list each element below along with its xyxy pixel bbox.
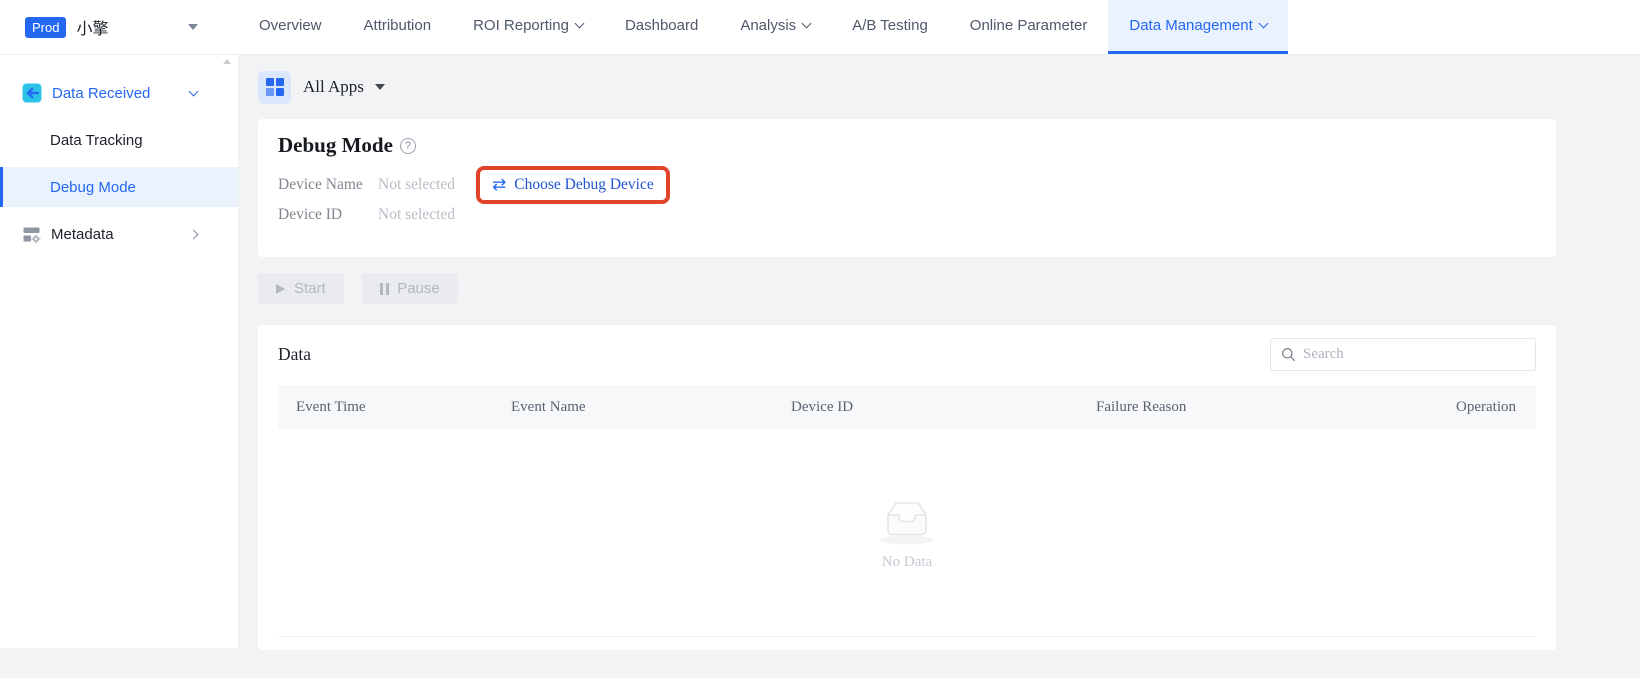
caret-down-icon bbox=[188, 24, 198, 30]
data-received-icon bbox=[22, 83, 42, 103]
panel-title: Debug Mode bbox=[278, 133, 393, 157]
column-header-event-name: Event Name bbox=[511, 398, 586, 415]
caret-down-icon bbox=[374, 84, 385, 90]
device-name-value: Not selected bbox=[378, 176, 456, 193]
sidebar: Data Received Data Tracking Debug Mode M… bbox=[0, 55, 239, 678]
app-grid-icon bbox=[258, 70, 291, 104]
pause-icon bbox=[379, 282, 384, 295]
scrollbar-up-arrow[interactable] bbox=[223, 59, 231, 64]
app-scope-selector[interactable]: All Apps bbox=[258, 55, 1556, 119]
device-id-value: Not selected bbox=[378, 206, 456, 223]
nav-item-attribution[interactable]: Attribution bbox=[343, 0, 453, 54]
current-app-name: 小擎 bbox=[76, 21, 109, 38]
column-header-failure-reason: Failure Reason bbox=[1096, 398, 1187, 415]
column-header-operation: Operation bbox=[1456, 398, 1516, 415]
debug-mode-panel: Debug Mode ? Device Name Not selected ⇄ … bbox=[258, 119, 1556, 257]
nav-item-roi-reporting[interactable]: ROI Reporting bbox=[452, 0, 604, 54]
sidebar-item-debug-mode[interactable]: Debug Mode bbox=[0, 167, 238, 207]
main-content: All Apps Debug Mode ? Device Name Not se… bbox=[239, 55, 1640, 678]
chevron-down-icon bbox=[574, 18, 585, 29]
data-panel-title: Data bbox=[278, 343, 312, 364]
nav-item-ab-testing[interactable]: A/B Testing bbox=[831, 0, 949, 54]
sidebar-item-label: Data Tracking bbox=[50, 131, 143, 149]
column-header-device-id: Device ID bbox=[791, 398, 854, 415]
empty-state-label: No Data bbox=[881, 554, 933, 570]
metadata-icon bbox=[23, 227, 41, 243]
env-badge: Prod bbox=[25, 16, 67, 38]
nav-item-dashboard[interactable]: Dashboard bbox=[604, 0, 719, 54]
search-box bbox=[1270, 337, 1536, 371]
chevron-right-icon bbox=[188, 229, 199, 239]
table-empty-state: No Data bbox=[278, 429, 1536, 637]
sidebar-item-data-tracking[interactable]: Data Tracking bbox=[0, 120, 238, 160]
app-switcher-control[interactable]: Prod 小擎 bbox=[0, 0, 238, 54]
sidebar-item-label: Metadata bbox=[51, 225, 114, 243]
device-id-row: Device ID Not selected bbox=[278, 200, 1536, 230]
primary-nav: Overview Attribution ROI Reporting Dashb… bbox=[238, 0, 1288, 54]
sidebar-item-metadata[interactable]: Metadata bbox=[0, 214, 238, 254]
search-input[interactable] bbox=[1303, 345, 1525, 363]
column-header-event-time: Event Time bbox=[296, 398, 366, 415]
empty-inbox-icon bbox=[880, 502, 934, 545]
chevron-down-icon bbox=[188, 86, 199, 96]
top-nav-bar: Prod 小擎 Overview Attribution ROI Reporti… bbox=[0, 0, 1640, 55]
chevron-down-icon bbox=[1258, 18, 1269, 29]
search-icon bbox=[1282, 347, 1296, 361]
annotation-highlight-box: ⇄ Choose Debug Device bbox=[476, 166, 670, 204]
sidebar-item-label: Debug Mode bbox=[50, 178, 136, 196]
device-name-label: Device Name bbox=[278, 176, 363, 193]
chevron-down-icon bbox=[801, 18, 812, 29]
choose-debug-device-label: Choose Debug Device bbox=[514, 176, 654, 193]
debug-controls: Start Pause bbox=[258, 273, 1556, 304]
device-id-label: Device ID bbox=[278, 206, 343, 223]
sidebar-item-data-received[interactable]: Data Received bbox=[0, 73, 238, 113]
question-circle-icon[interactable]: ? bbox=[399, 137, 416, 154]
sidebar-item-label: Data Received bbox=[52, 84, 151, 102]
start-button[interactable]: Start bbox=[258, 273, 344, 304]
play-icon bbox=[276, 283, 285, 294]
nav-item-overview[interactable]: Overview bbox=[238, 0, 343, 54]
choose-debug-device-button[interactable]: ⇄ Choose Debug Device bbox=[492, 175, 654, 195]
swap-icon: ⇄ bbox=[492, 175, 507, 195]
nav-item-online-parameter[interactable]: Online Parameter bbox=[949, 0, 1109, 54]
table-header-row: Event Time Event Name Device ID Failure … bbox=[278, 385, 1536, 429]
nav-item-analysis[interactable]: Analysis bbox=[719, 0, 831, 54]
pause-button[interactable]: Pause bbox=[361, 273, 458, 304]
app-scope-label: All Apps bbox=[303, 77, 364, 96]
data-panel: Data Event Time Event Name Device ID Fai… bbox=[258, 325, 1556, 650]
nav-item-data-management[interactable]: Data Management bbox=[1108, 0, 1288, 54]
device-name-row: Device Name Not selected ⇄ Choose Debug … bbox=[278, 166, 1536, 204]
